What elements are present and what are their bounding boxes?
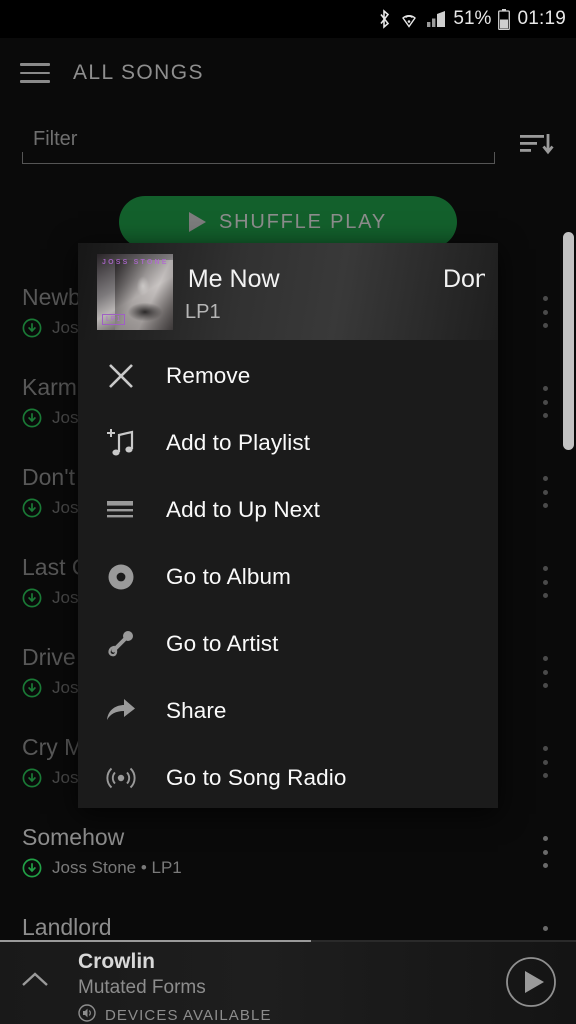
queue-lines-icon	[105, 494, 151, 526]
menu-item-label: Add to Up Next	[166, 496, 320, 522]
song-meta: Joss Stone • LP1	[52, 858, 182, 877]
battery-icon	[498, 8, 511, 30]
song-subtitle: Joss Stone • LP1	[22, 858, 182, 878]
wifi-icon	[399, 9, 419, 29]
hamburger-menu-icon[interactable]	[20, 63, 50, 83]
track-title: o Me Now	[185, 265, 280, 293]
track-title-marquee: o Me Now Don't Sta	[185, 265, 485, 299]
song-title: Somehow	[22, 824, 125, 850]
menu-item-label: Go to Artist	[166, 630, 279, 656]
now-playing-artist: Mutated Forms	[78, 977, 206, 998]
close-x-icon	[105, 360, 151, 392]
devices-available-row[interactable]: DEVICES AVAILABLE	[78, 1004, 272, 1024]
vertical-scrollbar-thumb[interactable]	[563, 232, 574, 450]
album-artwork: JOSS STONE LP1	[97, 254, 173, 330]
sort-descending-icon[interactable]	[516, 126, 558, 162]
bluetooth-icon	[377, 9, 392, 29]
track-context-menu: JOSS STONE LP1 o Me Now Don't Sta LP1 Re…	[78, 243, 498, 808]
table-row[interactable]: Somehow Joss Stone • LP1	[0, 822, 576, 912]
filter-row	[0, 120, 576, 172]
overflow-dots-icon[interactable]	[542, 386, 548, 418]
track-album: LP1	[185, 301, 221, 323]
menu-item-go-to-song-radio[interactable]: Go to Song Radio	[78, 744, 498, 811]
artwork-artist-text: JOSS STONE	[102, 259, 169, 266]
menu-item-label: Remove	[166, 362, 251, 388]
filter-underline	[22, 152, 495, 164]
track-title-repeat: Don't Sta	[443, 265, 485, 293]
menu-item-add-to-up-next[interactable]: Add to Up Next	[78, 476, 498, 543]
share-arrow-icon	[105, 695, 151, 727]
battery-percentage: 51%	[453, 8, 492, 29]
downloaded-circle-arrow-icon	[22, 588, 42, 608]
overflow-dots-icon[interactable]	[542, 476, 548, 508]
menu-item-label: Go to Song Radio	[166, 764, 347, 790]
menu-item-share[interactable]: Share	[78, 677, 498, 744]
app-bar: ALL SONGS	[0, 38, 576, 108]
play-circle-icon[interactable]	[505, 956, 557, 1008]
cellular-signal-icon	[426, 10, 446, 28]
downloaded-circle-arrow-icon	[22, 858, 42, 878]
menu-item-label: Add to Playlist	[166, 429, 311, 455]
downloaded-circle-arrow-icon	[22, 678, 42, 698]
artwork-album-badge: LP1	[102, 314, 126, 325]
playback-progress-fill	[0, 940, 312, 942]
chevron-up-icon[interactable]	[20, 970, 50, 990]
now-playing-bar[interactable]: Crowlin Mutated Forms DEVICES AVAILABLE	[0, 940, 576, 1024]
clock: 01:19	[517, 8, 566, 29]
downloaded-circle-arrow-icon	[22, 768, 42, 788]
play-triangle-icon	[189, 212, 207, 232]
add-music-note-icon	[105, 427, 151, 459]
menu-item-label: Share	[166, 697, 227, 723]
overflow-dots-icon[interactable]	[542, 836, 548, 868]
microphone-icon	[105, 628, 151, 660]
song-title: Landlord	[22, 914, 112, 940]
menu-item-go-to-artist[interactable]: Go to Artist	[78, 610, 498, 677]
downloaded-circle-arrow-icon	[22, 408, 42, 428]
devices-available-label: DEVICES AVAILABLE	[105, 1007, 272, 1024]
context-menu-header: JOSS STONE LP1 o Me Now Don't Sta LP1	[78, 243, 498, 340]
page-title: ALL SONGS	[73, 61, 204, 84]
status-bar: 51% 01:19	[0, 0, 576, 38]
overflow-dots-icon[interactable]	[542, 566, 548, 598]
context-menu-items: Remove Add to Playlist Add to Up Next Go…	[78, 340, 498, 811]
downloaded-circle-arrow-icon	[22, 498, 42, 518]
shuffle-play-button[interactable]: SHUFFLE PLAY	[119, 196, 457, 248]
shuffle-play-label: SHUFFLE PLAY	[219, 210, 387, 233]
menu-item-label: Go to Album	[166, 563, 291, 589]
playback-progress-track	[0, 940, 576, 942]
now-playing-title: Crowlin	[78, 950, 155, 973]
spotify-all-songs-screen: 51% 01:19 ALL SONGS Filter SHUFFLE PLAY …	[0, 0, 576, 1024]
overflow-dots-icon[interactable]	[542, 746, 548, 778]
overflow-dots-icon[interactable]	[542, 296, 548, 328]
downloaded-circle-arrow-icon	[22, 318, 42, 338]
speaker-icon	[78, 1004, 96, 1024]
radio-waves-icon	[105, 762, 151, 794]
album-disc-icon	[105, 561, 151, 593]
menu-item-remove[interactable]: Remove	[78, 342, 498, 409]
menu-item-add-to-playlist[interactable]: Add to Playlist	[78, 409, 498, 476]
filter-field-wrapper	[22, 120, 495, 164]
menu-item-go-to-album[interactable]: Go to Album	[78, 543, 498, 610]
overflow-dots-icon[interactable]	[542, 656, 548, 688]
